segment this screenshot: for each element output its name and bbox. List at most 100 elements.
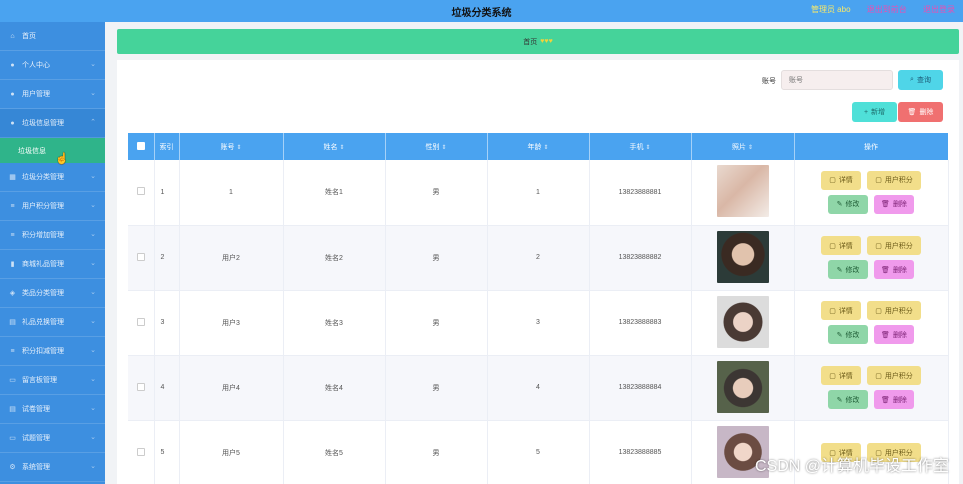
sidebar-item-users[interactable]: ● 用户管理 ⌄	[0, 80, 105, 109]
delete-label: 删除	[892, 266, 907, 274]
delete-button[interactable]: 🗑 删除	[874, 390, 914, 409]
header-account[interactable]: 账号 ⇕	[179, 133, 284, 160]
cell-index: 1	[154, 160, 180, 226]
search-button[interactable]: ⌕ 查询	[898, 70, 943, 90]
row-select-cell[interactable]	[128, 420, 155, 484]
header-name[interactable]: 姓名 ⇕	[283, 133, 386, 160]
edit-label: 修改	[845, 201, 860, 209]
row-checkbox[interactable]	[136, 382, 145, 391]
row-select-cell[interactable]	[128, 225, 155, 291]
user-points-button[interactable]: ▢ 用户积分	[867, 366, 921, 385]
table-row: 3 用户3 姓名3 男 3 13823888883 ▢ 详情 ▢ 用户积分 ✎ 修改 🗑 删…	[128, 290, 949, 356]
sort-icon[interactable]: ⇕	[339, 145, 344, 151]
row-actions-bottom: ✎ 修改 🗑 删除	[828, 325, 914, 344]
delete-button[interactable]: 🗑 删除	[874, 325, 914, 344]
sidebar-item-papers[interactable]: ▤ 试卷管理 ⌄	[0, 395, 105, 424]
header-age[interactable]: 年龄 ⇕	[487, 133, 590, 160]
row-actions-top: ▢ 详情 ▢ 用户积分	[821, 236, 921, 255]
edit-button[interactable]: ✎ 修改	[828, 325, 868, 344]
row-checkbox[interactable]	[136, 187, 145, 196]
cell-index: 4	[154, 355, 180, 421]
row-checkbox[interactable]	[136, 447, 145, 456]
chevron-down-icon: ⌄	[90, 463, 96, 470]
edit-button[interactable]: ✎ 修改	[828, 194, 868, 214]
user-points-button[interactable]: ▢ 用户积分	[867, 170, 921, 190]
cell-gender: 男	[385, 290, 488, 356]
search-icon: ⌕	[910, 76, 914, 83]
user-photo[interactable]	[716, 360, 769, 413]
detail-button[interactable]: ▢ 详情	[821, 170, 861, 190]
sidebar-item-label: 积分扣减管理	[22, 348, 64, 355]
sidebar-item-profile[interactable]: ● 个人中心 ⌄	[0, 51, 105, 80]
cell-account: 用户4	[179, 355, 284, 421]
delete-button[interactable]: 🗑 删除	[874, 260, 914, 279]
sidebar-item-points-deduct[interactable]: ≡ 积分扣减管理 ⌄	[0, 337, 105, 366]
sidebar-subitem-garbage-info[interactable]: 垃圾信息	[0, 138, 105, 163]
sidebar-item-garbage-info[interactable]: ● 垃圾信息管理 ⌃	[0, 109, 105, 138]
row-actions: ▢ 详情 ▢ 用户积分 ✎ 修改 🗑 删除	[795, 301, 948, 344]
sidebar-item-user-points[interactable]: ≡ 用户积分管理 ⌄	[0, 192, 105, 221]
sidebar-item-label: 礼品兑换管理	[22, 319, 64, 326]
batch-delete-button[interactable]: 🗑 删除	[898, 102, 943, 122]
row-select-cell[interactable]	[128, 290, 155, 356]
sidebar-item-system[interactable]: ⚙ 系统管理 ⌄	[0, 453, 105, 482]
header-gender[interactable]: 性别 ⇕	[385, 133, 488, 160]
detail-button[interactable]: ▢ 详情	[821, 301, 861, 320]
sidebar-item-home[interactable]: ⌂ 首页	[0, 22, 105, 51]
cell-age: 5	[487, 420, 590, 484]
sidebar-item-points-add[interactable]: ≡ 积分增加管理 ⌄	[0, 221, 105, 250]
select-all-checkbox[interactable]	[136, 141, 145, 150]
search-button-label: 查询	[916, 77, 931, 84]
back-to-front-link[interactable]: 退出到前台	[867, 5, 907, 14]
user-icon: ●	[10, 119, 15, 127]
cell-phone: 13823888881	[589, 160, 692, 226]
cell-account: 用户5	[179, 420, 284, 484]
chevron-down-icon: ⌄	[90, 289, 96, 296]
message-icon: ▭	[9, 377, 16, 384]
edit-button[interactable]: ✎ 修改	[828, 260, 868, 279]
sidebar-item-goods-category[interactable]: ◈ 类品分类管理 ⌄	[0, 279, 105, 308]
sort-icon[interactable]: ⇕	[441, 145, 446, 151]
cell-index: 2	[154, 225, 180, 291]
detail-button[interactable]: ▢ 详情	[821, 366, 861, 385]
sort-icon[interactable]: ⇕	[645, 145, 650, 151]
delete-button[interactable]: 🗑 删除	[874, 194, 914, 214]
row-actions-top: ▢ 详情 ▢ 用户积分	[821, 366, 921, 385]
select-all-cell[interactable]	[128, 133, 155, 160]
breadcrumb-home[interactable]: 首页	[523, 37, 537, 47]
add-button[interactable]: + 新增	[852, 102, 897, 122]
user-points-button[interactable]: ▢ 用户积分	[867, 301, 921, 320]
sidebar-item-gift-mall[interactable]: ▮ 商城礼品管理 ⌄	[0, 250, 105, 279]
cell-photo	[691, 225, 795, 291]
points-icon: ▢	[875, 372, 882, 380]
logout-link[interactable]: 退出登录	[923, 5, 955, 14]
sidebar-item-questions[interactable]: ▭ 试题管理 ⌄	[0, 424, 105, 453]
sort-icon[interactable]: ⇕	[543, 145, 548, 151]
list-icon: ≡	[10, 347, 15, 355]
sidebar: ⌂ 首页 ● 个人中心 ⌄ ● 用户管理 ⌄ ● 垃圾信息管理 ⌃ 垃圾信息 ▦ 垃圾分类管理 ⌄…	[0, 22, 105, 484]
user-points-button[interactable]: ▢ 用户积分	[867, 236, 921, 255]
sidebar-item-label: 积分增加管理	[22, 232, 64, 239]
sidebar-item-garbage-category[interactable]: ▦ 垃圾分类管理 ⌄	[0, 163, 105, 192]
cell-phone: 13823888885	[589, 420, 692, 484]
header-phone[interactable]: 手机 ⇕	[589, 133, 692, 160]
cell-phone: 13823888883	[589, 290, 692, 356]
row-checkbox[interactable]	[136, 252, 145, 261]
detail-label: 详情	[838, 307, 853, 315]
row-checkbox[interactable]	[136, 317, 145, 326]
cell-name: 姓名2	[283, 225, 386, 291]
header-photo[interactable]: 照片 ⇕	[691, 133, 795, 160]
account-search-input[interactable]	[781, 70, 893, 90]
sidebar-item-message-board[interactable]: ▭ 留言板管理 ⌄	[0, 366, 105, 395]
user-photo[interactable]	[716, 230, 769, 283]
detail-button[interactable]: ▢ 详情	[821, 236, 861, 255]
chevron-down-icon: ⌄	[90, 434, 96, 441]
edit-button[interactable]: ✎ 修改	[828, 390, 868, 409]
row-select-cell[interactable]	[128, 355, 155, 421]
sort-icon[interactable]: ⇕	[236, 145, 241, 151]
sidebar-item-gift-exchange[interactable]: ▤ 礼品兑换管理 ⌄	[0, 308, 105, 337]
user-photo[interactable]	[716, 295, 769, 348]
sort-icon[interactable]: ⇕	[748, 145, 753, 151]
user-photo[interactable]	[716, 165, 769, 218]
row-select-cell[interactable]	[128, 160, 155, 226]
